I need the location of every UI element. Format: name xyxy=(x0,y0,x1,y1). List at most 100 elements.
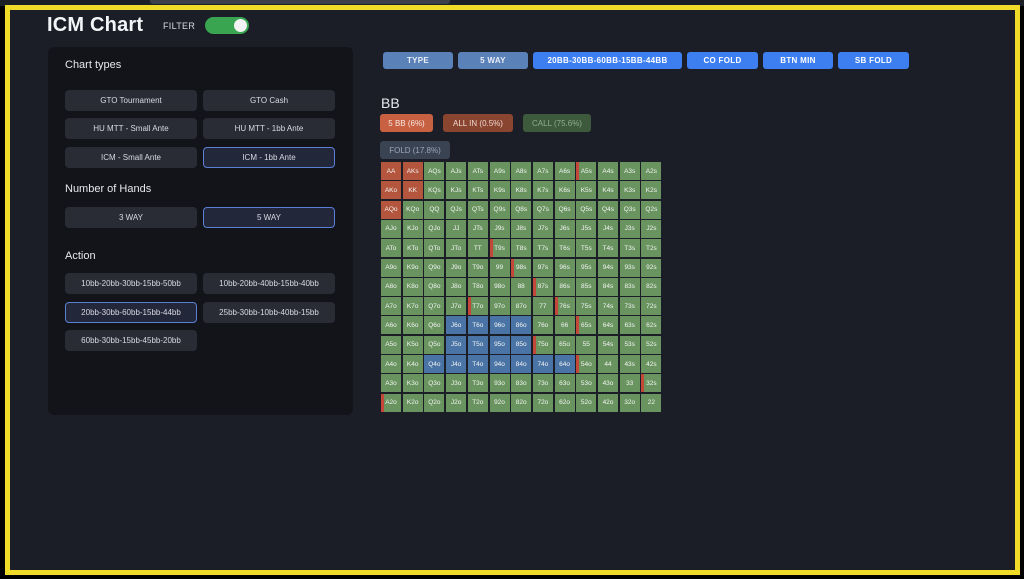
hand-cell[interactable]: 82o xyxy=(511,393,532,412)
action-option-1[interactable]: 10bb-20bb-30bb-15bb-50bb xyxy=(65,273,197,294)
hand-cell[interactable]: 95s xyxy=(576,258,597,277)
chart-type-gto-tournament[interactable]: GTO Tournament xyxy=(65,90,197,111)
hand-cell[interactable]: T5s xyxy=(576,239,597,258)
hand-cell[interactable]: KQs xyxy=(424,181,445,200)
hand-cell[interactable]: 96s xyxy=(554,258,575,277)
hand-cell[interactable]: 93o xyxy=(489,374,510,393)
hand-cell[interactable]: K9o xyxy=(402,258,423,277)
hand-cell[interactable]: AJo xyxy=(381,219,401,238)
hand-cell[interactable]: Q5s xyxy=(576,200,597,219)
hand-cell[interactable]: A3o xyxy=(381,374,401,393)
hand-cell[interactable]: ATo xyxy=(381,239,401,258)
hand-cell[interactable]: 76s xyxy=(554,297,575,316)
hand-cell[interactable]: KTo xyxy=(402,239,423,258)
hand-cell[interactable]: A7s xyxy=(532,162,553,180)
hand-cell[interactable]: J6o xyxy=(446,316,467,335)
hand-cell[interactable]: 43o xyxy=(598,374,618,393)
hands-3-way[interactable]: 3 WAY xyxy=(65,207,197,228)
hand-cell[interactable]: J8o xyxy=(446,277,467,296)
hand-cell[interactable]: AA xyxy=(381,162,401,180)
hand-cell[interactable]: 76o xyxy=(532,316,553,335)
hand-cell[interactable]: AKo xyxy=(381,181,401,200)
action-option-3[interactable]: 20bb-30bb-60bb-15bb-44bb xyxy=(65,302,197,323)
hand-cell[interactable]: T6s xyxy=(554,239,575,258)
hand-cell[interactable]: J9o xyxy=(446,258,467,277)
hand-cell[interactable]: 96o xyxy=(489,316,510,335)
hand-cell[interactable]: QTo xyxy=(424,239,445,258)
hand-cell[interactable]: KK xyxy=(402,181,423,200)
hand-cell[interactable]: 84o xyxy=(511,355,532,373)
hand-cell[interactable]: 22 xyxy=(641,393,662,412)
hand-cell[interactable]: 83s xyxy=(619,277,640,296)
hand-cell[interactable]: AKs xyxy=(402,162,423,180)
hand-cell[interactable]: A2o xyxy=(381,393,401,412)
hand-cell[interactable]: Q4o xyxy=(424,355,445,373)
hand-cell[interactable]: Q9s xyxy=(489,200,510,219)
hand-cell[interactable]: T3o xyxy=(467,374,488,393)
hand-cell[interactable]: AQs xyxy=(424,162,445,180)
hand-cell[interactable]: 32s xyxy=(641,374,662,393)
hand-cell[interactable]: 94o xyxy=(489,355,510,373)
hand-cell[interactable]: K8o xyxy=(402,277,423,296)
hand-cell[interactable]: 86o xyxy=(511,316,532,335)
hand-cell[interactable]: Q6s xyxy=(554,200,575,219)
hand-cell[interactable]: T4o xyxy=(467,355,488,373)
hand-cell[interactable]: 84s xyxy=(598,277,618,296)
hand-cell[interactable]: JTs xyxy=(467,219,488,238)
hand-cell[interactable]: 74o xyxy=(532,355,553,373)
hand-cell[interactable]: K2s xyxy=(641,181,662,200)
hand-cell[interactable]: Q9o xyxy=(424,258,445,277)
hand-cell[interactable]: 85o xyxy=(511,335,532,354)
hand-cell[interactable]: 82s xyxy=(641,277,662,296)
hand-cell[interactable]: J2o xyxy=(446,393,467,412)
hand-cell[interactable]: 98o xyxy=(489,277,510,296)
hand-cell[interactable]: Q8o xyxy=(424,277,445,296)
hand-cell[interactable]: 73o xyxy=(532,374,553,393)
hand-cell[interactable]: Q5o xyxy=(424,335,445,354)
filter-toggle[interactable] xyxy=(205,17,249,34)
hand-cell[interactable]: 52o xyxy=(576,393,597,412)
hand-cell[interactable]: A6s xyxy=(554,162,575,180)
chart-type-hu-mtt-small-ante[interactable]: HU MTT - Small Ante xyxy=(65,118,197,139)
chart-type-hu-mtt-1bb-ante[interactable]: HU MTT - 1bb Ante xyxy=(203,118,335,139)
hand-cell[interactable]: JTo xyxy=(446,239,467,258)
hand-cell[interactable]: 73s xyxy=(619,297,640,316)
hand-cell[interactable]: Q2o xyxy=(424,393,445,412)
hand-cell[interactable]: 62o xyxy=(554,393,575,412)
hand-cell[interactable]: T2s xyxy=(641,239,662,258)
hand-cell[interactable]: 85s xyxy=(576,277,597,296)
hand-cell[interactable]: Q7s xyxy=(532,200,553,219)
hand-cell[interactable]: 33 xyxy=(619,374,640,393)
hand-cell[interactable]: 97o xyxy=(489,297,510,316)
chart-type-gto-cash[interactable]: GTO Cash xyxy=(203,90,335,111)
hand-cell[interactable]: 77 xyxy=(532,297,553,316)
hand-cell[interactable]: 32o xyxy=(619,393,640,412)
hand-cell[interactable]: 52s xyxy=(641,335,662,354)
hand-cell[interactable]: 75s xyxy=(576,297,597,316)
hand-cell[interactable]: KQo xyxy=(402,200,423,219)
hand-cell[interactable]: 94s xyxy=(598,258,618,277)
hand-cell[interactable]: ATs xyxy=(467,162,488,180)
hand-cell[interactable]: 65o xyxy=(554,335,575,354)
hand-cell[interactable]: K6s xyxy=(554,181,575,200)
chart-type-icm-1bb-ante[interactable]: ICM - 1bb Ante xyxy=(203,147,335,168)
hand-cell[interactable]: 55 xyxy=(576,335,597,354)
hand-cell[interactable]: 66 xyxy=(554,316,575,335)
chart-type-icm-small-ante[interactable]: ICM - Small Ante xyxy=(65,147,197,168)
hand-cell[interactable]: J9s xyxy=(489,219,510,238)
hand-cell[interactable]: KJs xyxy=(446,181,467,200)
hand-cell[interactable]: J4o xyxy=(446,355,467,373)
hand-cell[interactable]: 74s xyxy=(598,297,618,316)
hand-cell[interactable]: K4o xyxy=(402,355,423,373)
hand-cell[interactable]: Q8s xyxy=(511,200,532,219)
hand-cell[interactable]: K3s xyxy=(619,181,640,200)
hand-cell[interactable]: Q7o xyxy=(424,297,445,316)
hand-cell[interactable]: J5s xyxy=(576,219,597,238)
action-option-2[interactable]: 10bb-20bb-40bb-15bb-40bb xyxy=(203,273,335,294)
hands-5-way[interactable]: 5 WAY xyxy=(203,207,335,228)
hand-cell[interactable]: 64s xyxy=(598,316,618,335)
hand-cell[interactable]: 88 xyxy=(511,277,532,296)
hand-cell[interactable]: 42s xyxy=(641,355,662,373)
pill-co-fold[interactable]: CO FOLD xyxy=(687,52,758,69)
hand-cell[interactable]: JJ xyxy=(446,219,467,238)
